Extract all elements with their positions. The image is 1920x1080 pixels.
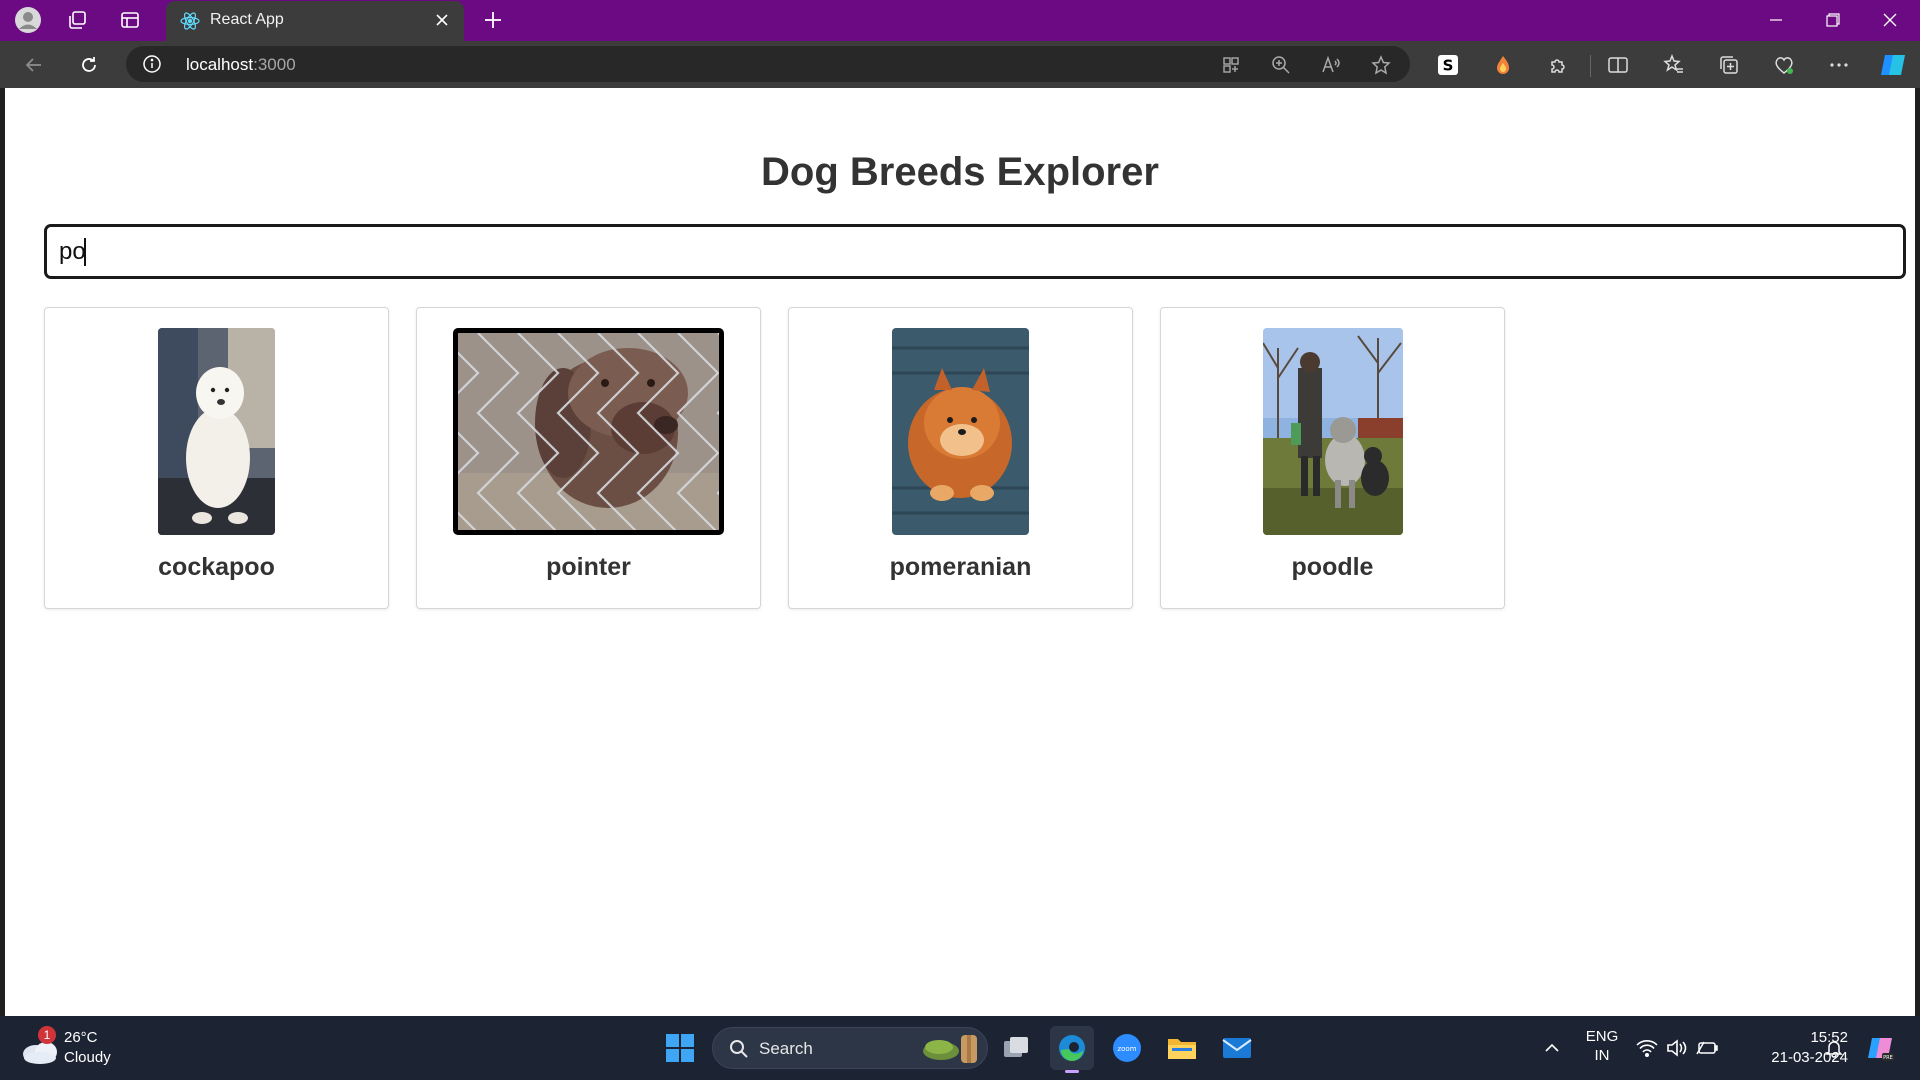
breed-name: poodle	[1291, 553, 1374, 581]
active-app-indicator	[1065, 1070, 1079, 1073]
region-line: IN	[1594, 1047, 1610, 1064]
refresh-button[interactable]	[73, 49, 105, 81]
search-icon	[730, 1040, 748, 1058]
browser-title-bar: React App	[0, 0, 1920, 41]
page-title: Dog Breeds Explorer	[761, 150, 1159, 194]
show-hidden-icons-chevron-icon[interactable]	[1530, 1026, 1574, 1070]
text-caret	[84, 238, 86, 266]
page-viewport: Dog Breeds Explorer c	[5, 88, 1915, 1016]
tab-title: React App	[210, 11, 284, 28]
notification-bell-icon[interactable]	[1814, 1026, 1854, 1070]
restore-button[interactable]	[1805, 0, 1861, 40]
favorites-icon[interactable]	[1658, 49, 1690, 81]
windows-taskbar: 1 26°C Cloudy Search zoom ENG IN 15:52 2…	[0, 1016, 1920, 1080]
search-highlight-icon	[923, 1035, 977, 1063]
read-aloud-icon[interactable]	[1318, 52, 1344, 78]
search-label: Search	[759, 1039, 813, 1058]
close-window-button[interactable]	[1862, 0, 1918, 40]
svg-text:PRE: PRE	[1883, 1055, 1893, 1061]
svg-text:zoom: zoom	[1117, 1045, 1136, 1053]
mail-app-icon[interactable]	[1215, 1026, 1259, 1070]
collections-icon[interactable]	[1713, 49, 1745, 81]
app-available-icon[interactable]	[1218, 52, 1244, 78]
task-view-icon[interactable]	[995, 1026, 1039, 1070]
breed-image	[158, 328, 275, 535]
breed-card[interactable]: pomeranian	[788, 307, 1133, 609]
profile-avatar-icon[interactable]	[13, 6, 43, 34]
workspaces-icon[interactable]	[62, 6, 92, 34]
extensions-icon[interactable]	[1542, 49, 1574, 81]
zoom-app-icon[interactable]: zoom	[1105, 1026, 1149, 1070]
breed-search-input[interactable]	[44, 224, 1906, 279]
copilot-icon[interactable]	[1877, 49, 1909, 81]
weather-widget[interactable]: 1 26°C Cloudy	[20, 1026, 160, 1070]
breed-image	[892, 328, 1029, 535]
browser-essentials-icon[interactable]	[1768, 49, 1800, 81]
battery-icon[interactable]	[1685, 1026, 1729, 1070]
react-logo-icon	[180, 11, 200, 31]
site-info-icon[interactable]	[142, 54, 162, 74]
new-tab-button[interactable]	[478, 6, 508, 34]
language-indicator[interactable]: ENG IN	[1580, 1027, 1624, 1065]
browser-toolbar: localhost:3000 S	[0, 41, 1920, 88]
breed-card[interactable]: poodle	[1160, 307, 1505, 609]
favorite-star-icon[interactable]	[1368, 52, 1394, 78]
toolbar-separator	[1590, 55, 1591, 77]
tab-close-icon[interactable]	[430, 8, 454, 32]
taskbar-search-box[interactable]: Search	[712, 1027, 988, 1069]
breed-image	[453, 328, 724, 535]
more-options-icon[interactable]	[1823, 49, 1855, 81]
breed-card[interactable]: cockapoo	[44, 307, 389, 609]
tab-react-app[interactable]: React App	[166, 1, 464, 41]
copilot-taskbar-icon[interactable]: PRE	[1858, 1026, 1902, 1070]
weather-condition: Cloudy	[64, 1049, 111, 1066]
weather-alert-badge: 1	[38, 1026, 56, 1044]
weather-temperature: 26°C	[64, 1029, 98, 1046]
vertical-tabs-icon[interactable]	[115, 6, 145, 34]
back-button[interactable]	[18, 49, 50, 81]
url-text: localhost:3000	[186, 55, 296, 74]
address-bar[interactable]: localhost:3000	[126, 46, 1410, 82]
split-screen-icon[interactable]	[1602, 49, 1634, 81]
breed-name: cockapoo	[158, 553, 275, 581]
s-extension-icon[interactable]: S	[1432, 49, 1464, 81]
breed-name: pointer	[546, 553, 631, 581]
edge-browser-icon[interactable]	[1050, 1026, 1094, 1073]
breed-card[interactable]: pointer	[416, 307, 761, 609]
svg-text:S: S	[1443, 57, 1454, 75]
zoom-icon[interactable]	[1268, 52, 1294, 78]
breed-image	[1263, 328, 1403, 535]
file-explorer-icon[interactable]	[1160, 1026, 1204, 1070]
minimize-button[interactable]	[1748, 0, 1804, 40]
start-button[interactable]	[658, 1026, 702, 1070]
breed-name: pomeranian	[889, 553, 1032, 581]
language-line: ENG	[1585, 1028, 1619, 1045]
extension-flame-icon[interactable]	[1487, 49, 1519, 81]
